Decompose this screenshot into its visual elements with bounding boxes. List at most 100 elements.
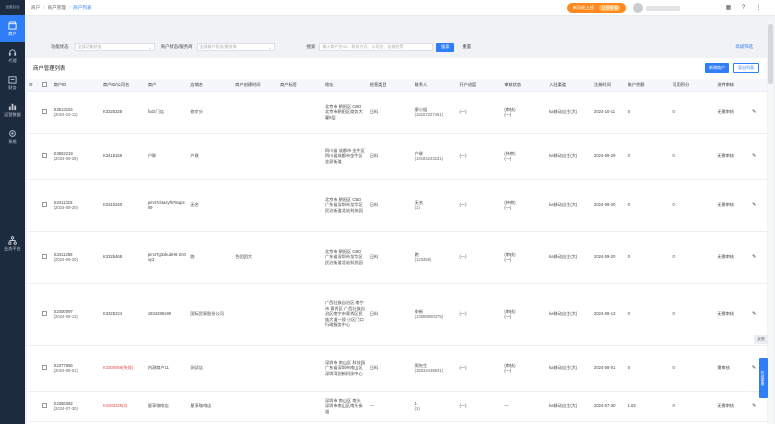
search-placeholder: 输入商户名/ID、联系方式、公司名、店铺名等	[322, 44, 404, 49]
cell-cid[interactable]: K3418159	[100, 133, 146, 180]
filter-label: 功能状态	[51, 44, 69, 49]
cell-address: 深圳市 南山区 科技园 广东省深圳市南山区深圳湾创新科技中心	[322, 345, 368, 392]
review-status: —	[504, 403, 509, 409]
breadcrumb-current: 商户列表	[73, 4, 92, 10]
review-sub: (—)	[504, 368, 512, 373]
nav-item-merchant[interactable]: 商户	[0, 15, 25, 42]
advanced-filter-link[interactable]: 高级筛选	[735, 44, 753, 50]
network-icon	[8, 235, 18, 245]
search-input[interactable]: 输入商户名/ID、联系方式、公司名、店铺名等	[319, 43, 434, 51]
cell-review: (审核) (—)	[502, 283, 548, 346]
row-checkbox[interactable]	[40, 231, 52, 284]
add-merchant-button[interactable]: 新增商户	[705, 63, 729, 73]
feedback-button[interactable]: 反馈	[754, 335, 768, 344]
edit-icon[interactable]: ✎	[752, 312, 757, 317]
promo-banner[interactable]: 新功能上线 立即查看	[567, 3, 626, 13]
edit-icon[interactable]: ✎	[752, 366, 757, 371]
nav-item-data[interactable]: 运营数据	[0, 96, 25, 123]
cell-contact: 跑 (123456)	[412, 231, 458, 284]
cell-cid[interactable]: K3325328	[100, 91, 146, 134]
status-select[interactable]: 全部功能状态 ⌄	[74, 43, 155, 51]
breadcrumb-item[interactable]: 商户	[31, 5, 40, 11]
review-sub: (—)	[504, 112, 512, 117]
contact-phone: (13068900375)	[414, 314, 444, 319]
edit-icon[interactable]: ✎	[752, 203, 757, 208]
edit-icon[interactable]: ✎	[752, 154, 757, 159]
promo-text: 新功能上线	[572, 5, 594, 10]
row-checkbox[interactable]	[40, 179, 52, 232]
export-button[interactable]: 导出列表	[733, 63, 759, 73]
scrollbar-thumb[interactable]	[768, 24, 773, 84]
breadcrumb-separator: /	[68, 5, 71, 10]
more-icon[interactable]: ⋮	[754, 3, 763, 12]
contact-phone: (123456)	[414, 257, 432, 262]
cell-points: 0	[670, 91, 716, 134]
help-icon[interactable]: ?	[739, 3, 748, 12]
row-expand	[27, 179, 41, 232]
grid-icon[interactable]: ▦	[724, 3, 733, 12]
cell-points: 0	[670, 345, 716, 392]
row-checkbox[interactable]	[40, 91, 52, 134]
cell-category: 日料	[367, 283, 413, 346]
table-row[interactable]: S2400097 (2024-08-13) K3325224 1834289190…	[27, 283, 767, 346]
online-service-button[interactable]: 在线客服	[759, 358, 768, 398]
search-button[interactable]: 搜索	[436, 42, 455, 52]
user-menu[interactable]	[633, 2, 680, 14]
col-header: 账户余额	[625, 79, 671, 92]
cell-progress: (—)	[457, 133, 503, 180]
table-row[interactable]: S3411258 (2024-09-20) K3325468 pm4Tg3xkub…	[27, 231, 767, 284]
reset-link[interactable]: 重置	[462, 44, 471, 50]
col-header: 开户进度	[457, 79, 503, 92]
finance-icon	[8, 74, 18, 84]
top-icon-group: ▦ ? ⋮	[724, 3, 763, 12]
cell-balance: 0	[625, 283, 671, 346]
cell-channel: ka移动自主(大)	[547, 179, 593, 232]
nav-item-system[interactable]: 系统	[0, 123, 25, 150]
cell-cid[interactable]: K3300069(失效)	[100, 345, 146, 392]
cell-cid[interactable]: K3325224	[100, 283, 146, 346]
cell-cid[interactable]: K3315340	[100, 179, 146, 232]
merchant-status-select[interactable]: 全部商户状态/服务商 ⌄	[196, 43, 275, 51]
card-title: 商户管理列表	[33, 66, 66, 72]
brand-logo: 运营后台	[5, 5, 20, 9]
edit-icon[interactable]: ✎	[752, 110, 757, 115]
row-expand	[27, 231, 41, 284]
cell-id: S2400097 (2024-08-13)	[51, 283, 101, 346]
table-row[interactable]: S3366382 (2024-07-30) K3283225(2) 星享咖啡店 星…	[27, 391, 767, 422]
edit-icon[interactable]: ✎	[752, 404, 757, 409]
cell-cid[interactable]: K3325468	[100, 231, 146, 284]
cell-points: 0	[670, 179, 716, 232]
nav-item-agent[interactable]: 代理	[0, 42, 25, 69]
row-checkbox[interactable]	[40, 345, 52, 392]
table-row[interactable]: S3662219 (2024-09-29) K3418159 户联 户联 四川省 …	[27, 133, 767, 180]
cell-status: 无需审核 ✎	[715, 91, 767, 134]
nav-item-finance[interactable]: 财务	[0, 69, 25, 96]
cell-contact: 户联 (18184243231)	[412, 133, 458, 180]
created-date: (2024-09-20)	[53, 257, 78, 262]
avatar	[633, 3, 643, 13]
side-nav: 运营后台 商户 代理 财务 运营数据 系统 业态平台	[0, 0, 25, 424]
breadcrumb-item[interactable]: 商户管理	[47, 5, 65, 11]
select-placeholder: 全部功能状态	[77, 44, 102, 49]
cell-merchant: 内测商户11	[145, 345, 189, 392]
cell-merchant: fxdz门店	[145, 91, 189, 134]
top-bar: 商户 / 商户管理 / 商户列表 新功能上线 立即查看 ▦ ? ⋮	[25, 0, 775, 16]
table-row[interactable]: S3513154 (2024-10-11) K3325328 fxdz门店 修步分…	[27, 91, 767, 134]
cell-contact: 申新 (13068900375)	[412, 283, 458, 346]
table-row[interactable]: S2377656 (2024-08-01) K3300069(失效) 内测商户11…	[27, 345, 767, 392]
table-row[interactable]: S3411318 (2024-09-20) K3315340 pm47d4azyf…	[27, 179, 767, 232]
row-checkbox[interactable]	[40, 283, 52, 346]
cell-points: 0	[670, 231, 716, 284]
cell-cid[interactable]: K3283225(2)	[100, 391, 146, 422]
promo-action[interactable]: 立即查看	[599, 5, 621, 11]
row-checkbox[interactable]	[40, 391, 52, 422]
cell-progress: (—)	[457, 345, 503, 392]
header-checkbox[interactable]	[40, 79, 52, 92]
nav-item-platform[interactable]: 业态平台	[0, 230, 25, 257]
edit-icon[interactable]: ✎	[752, 255, 757, 260]
cell-review: (审核) (—)	[502, 231, 548, 284]
row-checkbox[interactable]	[40, 133, 52, 180]
cell-contact: 廖小姐 (18167227451)	[412, 91, 458, 134]
breadcrumb: 商户 / 商户管理 / 商户列表	[31, 5, 92, 11]
nav-label: 系统	[8, 139, 17, 144]
